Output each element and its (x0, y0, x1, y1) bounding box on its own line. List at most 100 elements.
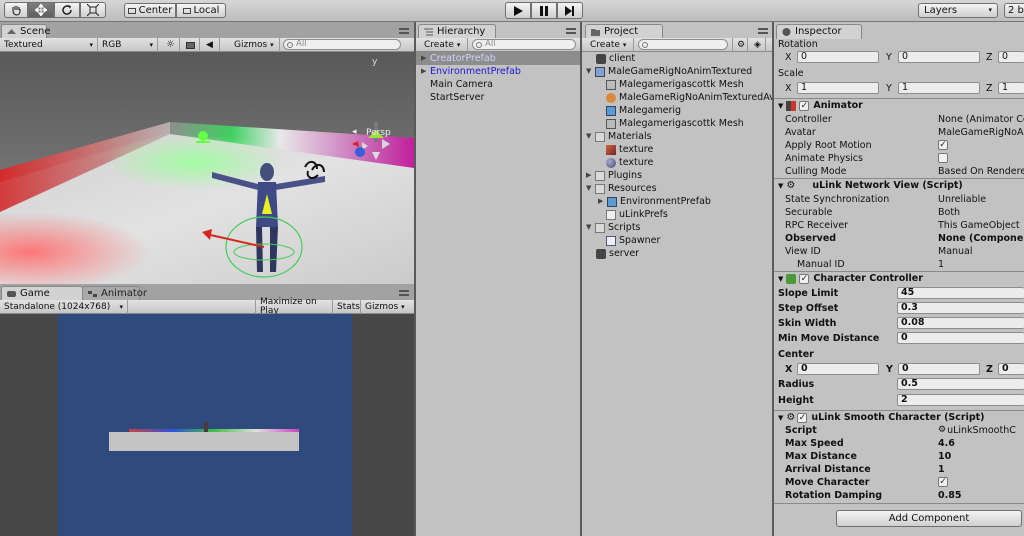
skin-width-field[interactable]: 0.08 (897, 317, 1024, 329)
hierarchy-item-creator-prefab[interactable]: ▶ CreatorPrefab (421, 52, 496, 65)
rpc-receiver-dropdown[interactable]: This GameObject (938, 219, 1020, 232)
observed-field[interactable]: None (Componen (938, 232, 1024, 245)
arrival-distance-field[interactable]: 1 (938, 463, 945, 476)
project-item-materials[interactable]: ▼ Materials (586, 130, 652, 143)
max-distance-field[interactable]: 10 (938, 450, 951, 463)
manual-id-field[interactable]: 1 (938, 258, 944, 271)
animator-enabled-checkbox[interactable]: ✓ (799, 101, 810, 111)
tab-inspector[interactable]: Inspector (776, 24, 862, 39)
project-item-spawner[interactable]: Spawner (606, 234, 660, 247)
lighting-toggle[interactable]: ☼ (162, 38, 180, 52)
hierarchy-item-environment-prefab[interactable]: ▶ EnvironmentPrefab (421, 65, 521, 78)
character-controller-enabled-checkbox[interactable]: ✓ (799, 274, 810, 284)
ulink-network-view-header[interactable]: ▼ ⚙ uLink Network View (Script) (774, 178, 1024, 193)
animate-physics-checkbox[interactable] (938, 153, 948, 163)
avatar-field[interactable]: MaleGameRigNoAn (938, 126, 1024, 139)
game-gizmos-dropdown[interactable]: Gizmos ▾ (361, 300, 414, 314)
move-character-checkbox[interactable]: ✓ (938, 477, 948, 487)
game-viewport[interactable] (0, 314, 414, 536)
project-search-input[interactable] (638, 39, 728, 50)
project-item-mesh-b[interactable]: Malegamerigascottk Mesh (606, 117, 744, 130)
apply-root-motion-checkbox[interactable]: ✓ (938, 140, 948, 150)
view-id-dropdown[interactable]: Manual (938, 245, 973, 258)
color-mode-dropdown[interactable]: RGB ▾ (98, 38, 158, 52)
tab-hierarchy[interactable]: Hierarchy (418, 24, 496, 39)
layout-dropdown[interactable]: 2 b (1004, 3, 1024, 18)
character-controller-header[interactable]: ▼ ✓ Character Controller (774, 271, 1024, 286)
render-mode-dropdown[interactable]: Textured ▾ (0, 38, 98, 52)
tab-scene[interactable]: Scene (1, 24, 51, 39)
play-button[interactable] (505, 2, 531, 19)
scale-z-field[interactable]: 1 (998, 82, 1024, 94)
project-item-scripts[interactable]: ▼ Scripts (586, 221, 641, 234)
slope-limit-field[interactable]: 45 (897, 287, 1024, 299)
scale-tool-button[interactable] (80, 2, 106, 18)
rotation-x-field[interactable]: 0 (797, 51, 879, 63)
hierarchy-search-input[interactable]: All (472, 39, 576, 50)
hand-tool-button[interactable] (4, 2, 28, 18)
pivot-local-button[interactable]: Local (176, 3, 226, 18)
project-item-server[interactable]: server (596, 247, 639, 260)
smooth-character-header[interactable]: ▼ ⚙ ✓ uLink Smooth Character (Script) (774, 410, 1024, 425)
tab-animator[interactable]: Animator (82, 286, 147, 301)
hierarchy-create-dropdown[interactable]: Create ▾ (420, 38, 468, 52)
project-item-resources[interactable]: ▼ Resources (586, 182, 657, 195)
center-z-field[interactable]: 0 (998, 363, 1024, 375)
animator-header[interactable]: ▼ ✓ Animator (774, 98, 1024, 113)
state-sync-dropdown[interactable]: Unreliable (938, 193, 986, 206)
pivot-center-button[interactable]: Center (124, 3, 176, 18)
scale-x-field[interactable]: 1 (797, 82, 879, 94)
rotation-damping-field[interactable]: 0.85 (938, 489, 961, 502)
script-field[interactable]: ⚙ uLinkSmoothC (938, 424, 1016, 437)
controller-field[interactable]: None (Animator Co (938, 113, 1024, 126)
project-item-texture-material[interactable]: texture (606, 156, 653, 169)
tab-game[interactable]: Game (1, 286, 83, 301)
project-item-environment-prefab[interactable]: ▶ EnvironmentPrefab (598, 195, 711, 208)
scale-y-field[interactable]: 1 (898, 82, 980, 94)
tab-project[interactable]: Project (585, 24, 663, 39)
image-toggle[interactable] (182, 38, 200, 52)
stats-toggle[interactable]: Stats (333, 300, 361, 314)
project-item-male-game-rig[interactable]: ▼ MaleGameRigNoAnimTextured (586, 65, 752, 78)
scene-panel-menu-icon[interactable] (399, 28, 409, 34)
height-field[interactable]: 2 (897, 394, 1024, 406)
rotation-y-field[interactable]: 0 (898, 51, 980, 63)
project-item-client[interactable]: client (596, 52, 635, 65)
culling-mode-dropdown[interactable]: Based On Rendere (938, 165, 1024, 178)
scene-viewport[interactable]: y Persp ◂ (0, 52, 414, 284)
layers-dropdown[interactable]: Layers ▾ (918, 3, 998, 18)
audio-toggle[interactable]: ◀ (202, 38, 220, 52)
resolution-dropdown[interactable]: Standalone (1024x768) ▾ (0, 300, 128, 314)
project-create-dropdown[interactable]: Create ▾ (586, 38, 634, 52)
game-panel-menu-icon[interactable] (399, 290, 409, 296)
hierarchy-menu-icon[interactable] (566, 28, 576, 34)
project-item-avatar[interactable]: MaleGameRigNoAnimTexturedAv (606, 91, 775, 104)
center-x-field[interactable]: 0 (797, 363, 879, 375)
project-item-mesh-a[interactable]: Malegamerigascottk Mesh (606, 78, 744, 91)
project-item-texture-image[interactable]: texture (606, 143, 653, 156)
scene-search-input[interactable]: All (283, 39, 401, 50)
project-menu-icon[interactable] (758, 28, 768, 34)
move-tool-button[interactable] (28, 2, 54, 18)
step-button[interactable] (557, 2, 583, 19)
max-speed-field[interactable]: 4.6 (938, 437, 955, 450)
step-offset-field[interactable]: 0.3 (897, 302, 1024, 314)
rotate-tool-button[interactable] (54, 2, 80, 18)
hierarchy-item-start-server[interactable]: StartServer (430, 91, 484, 104)
filter-by-type-button[interactable]: ⚙ (732, 38, 748, 52)
hierarchy-item-main-camera[interactable]: Main Camera (430, 78, 493, 91)
pause-button[interactable] (531, 2, 557, 19)
persp-label[interactable]: Persp (366, 129, 391, 138)
center-y-field[interactable]: 0 (898, 363, 980, 375)
radius-field[interactable]: 0.5 (897, 378, 1024, 390)
project-item-ulink-prefs[interactable]: uLinkPrefs (606, 208, 668, 221)
min-move-distance-field[interactable]: 0 (897, 332, 1024, 344)
smooth-character-enabled-checkbox[interactable]: ✓ (797, 413, 808, 423)
gizmos-dropdown[interactable]: Gizmos ▾ (230, 38, 280, 52)
add-component-button[interactable]: Add Component (836, 510, 1022, 527)
project-item-malegamerig[interactable]: Malegamerig (606, 104, 681, 117)
rotation-z-field[interactable]: 0 (998, 51, 1024, 63)
maximize-on-play-toggle[interactable]: Maximize on Play (255, 298, 333, 316)
securable-dropdown[interactable]: Both (938, 206, 960, 219)
filter-by-label-button[interactable]: ◈ (750, 38, 766, 52)
